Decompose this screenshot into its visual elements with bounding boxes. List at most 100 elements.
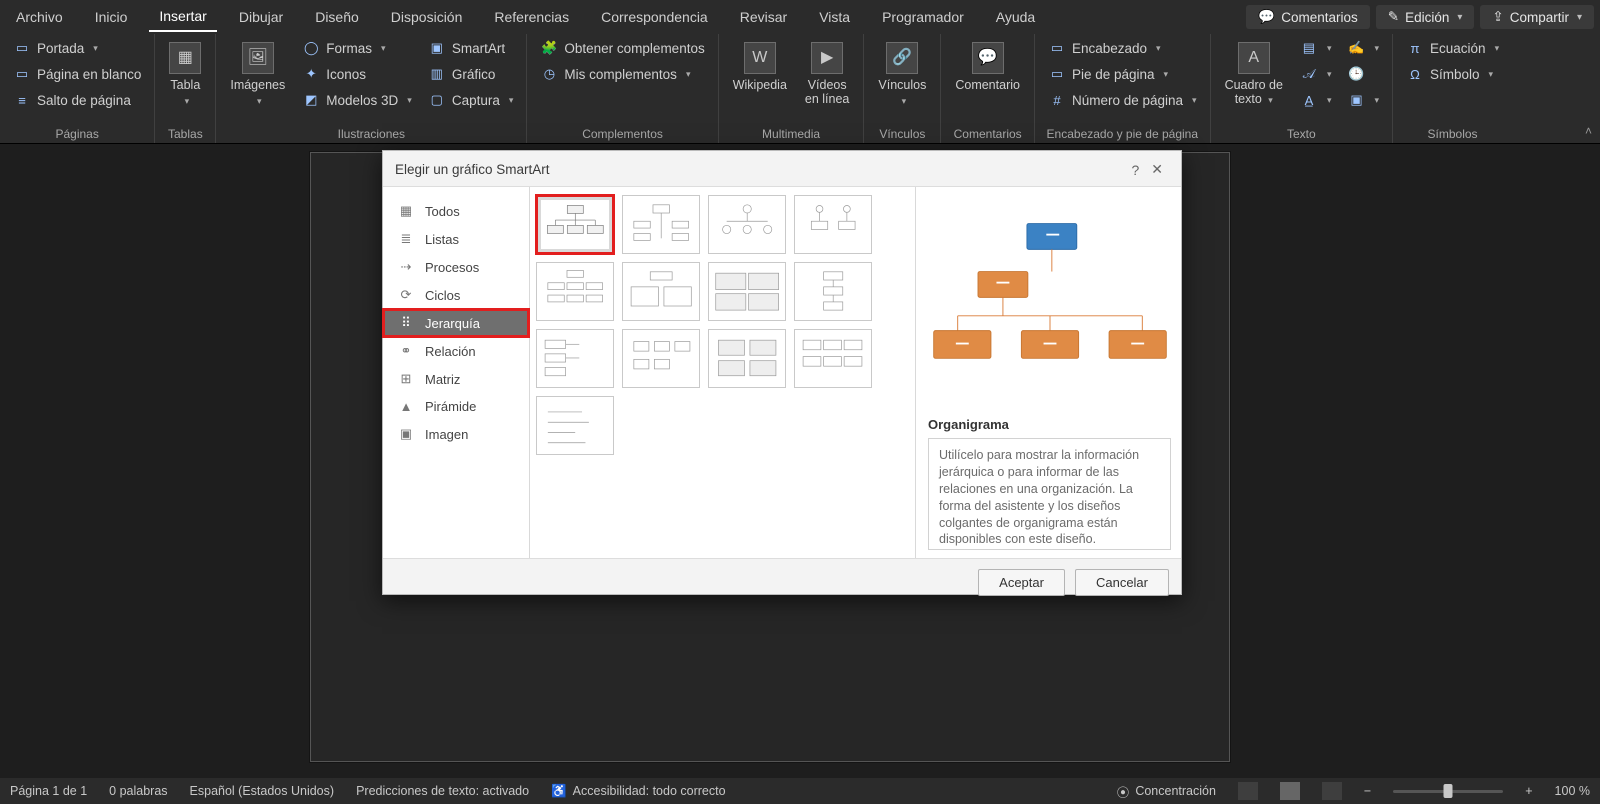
textbox-label-2: texto <box>1235 92 1262 106</box>
table-button[interactable]: ▦ Tabla ▾ <box>165 38 205 111</box>
blank-page-button[interactable]: ▭Página en blanco <box>10 64 144 84</box>
status-page[interactable]: Página 1 de 1 <box>10 784 87 798</box>
category-imagen[interactable]: ▣Imagen <box>383 420 529 448</box>
get-addins-button[interactable]: 🧩Obtener complementos <box>537 38 707 58</box>
layout-thumb[interactable] <box>794 329 872 388</box>
layout-thumb[interactable] <box>622 262 700 321</box>
tab-ayuda[interactable]: Ayuda <box>986 3 1045 31</box>
layout-thumb[interactable] <box>536 396 614 455</box>
status-accessibility[interactable]: ♿Accesibilidad: todo correcto <box>551 784 725 799</box>
editing-mode-button[interactable]: ✎ Edición ▾ <box>1376 5 1475 29</box>
focus-mode-button[interactable]: ⦿Concentración <box>1117 782 1216 801</box>
group-ilustraciones: 🖼 Imágenes ▾ ◯Formas▾ ✦Iconos ◩Modelos 3… <box>216 34 527 143</box>
status-predictions[interactable]: Predicciones de texto: activado <box>356 784 529 798</box>
footer-label: Pie de página <box>1072 67 1155 82</box>
zoom-thumb[interactable] <box>1444 784 1453 798</box>
zoom-slider[interactable] <box>1393 790 1503 793</box>
tab-referencias[interactable]: Referencias <box>484 3 579 31</box>
tab-inicio[interactable]: Inicio <box>85 3 138 31</box>
comment-insert-button[interactable]: 💬 Comentario <box>951 38 1024 96</box>
layout-thumb[interactable] <box>794 195 872 254</box>
footer-icon: ▭ <box>1048 65 1066 83</box>
share-button[interactable]: ⇪ Compartir ▾ <box>1480 5 1594 29</box>
zoom-in-button[interactable]: + <box>1525 784 1532 798</box>
layout-thumb[interactable] <box>622 329 700 388</box>
equation-button[interactable]: πEcuación▾ <box>1403 38 1502 58</box>
page-break-button[interactable]: ≡Salto de página <box>10 90 144 110</box>
models3d-button[interactable]: ◩Modelos 3D▾ <box>299 90 415 110</box>
wikipedia-button[interactable]: W Wikipedia <box>729 38 791 96</box>
category-listas[interactable]: ≣Listas <box>383 225 529 253</box>
tab-programador[interactable]: Programador <box>872 3 974 31</box>
category-relacion[interactable]: ⚭Relación <box>383 337 529 365</box>
group-label-simbolos: Símbolos <box>1403 125 1502 141</box>
textbox-button[interactable]: A Cuadro detexto ▾ <box>1221 38 1287 111</box>
dialog-title: Elegir un gráfico SmartArt <box>395 162 550 177</box>
category-ciclos[interactable]: ⟳Ciclos <box>383 281 529 309</box>
dialog-close-button[interactable]: ✕ <box>1145 159 1169 180</box>
category-jerarquia[interactable]: ⠿Jerarquía <box>383 309 529 337</box>
tab-archivo[interactable]: Archivo <box>6 3 73 31</box>
chevron-down-icon: ▾ <box>509 95 514 106</box>
quick-parts-button[interactable]: ▤▾ <box>1297 38 1335 58</box>
layout-thumb[interactable] <box>622 195 700 254</box>
symbol-button[interactable]: ΩSímbolo▾ <box>1403 64 1502 84</box>
layout-thumb[interactable] <box>708 195 786 254</box>
signature-button[interactable]: ✍▾ <box>1344 38 1382 58</box>
smartart-label: SmartArt <box>452 41 505 56</box>
images-button[interactable]: 🖼 Imágenes ▾ <box>226 38 289 111</box>
models3d-label: Modelos 3D <box>326 93 398 108</box>
links-button[interactable]: 🔗 Vínculos ▾ <box>874 38 930 111</box>
view-read-button[interactable] <box>1238 782 1258 800</box>
online-videos-button[interactable]: ▶ Vídeosen línea <box>801 38 853 111</box>
comment-icon: 💬 <box>972 42 1004 74</box>
preview-pane: Organigrama Utilícelo para mostrar la in… <box>916 187 1181 558</box>
status-words[interactable]: 0 palabras <box>109 784 167 798</box>
screenshot-button[interactable]: ▢Captura▾ <box>425 90 517 110</box>
header-button[interactable]: ▭Encabezado▾ <box>1045 38 1200 58</box>
cover-page-button[interactable]: ▭Portada▾ <box>10 38 144 58</box>
pagenumber-button[interactable]: #Número de página▾ <box>1045 90 1200 110</box>
tab-disposicion[interactable]: Disposición <box>381 3 473 31</box>
tab-insertar[interactable]: Insertar <box>149 2 216 32</box>
wordart-button[interactable]: 𝒜▾ <box>1297 64 1335 84</box>
category-piramide[interactable]: ▲Pirámide <box>383 393 529 420</box>
dialog-ok-button[interactable]: Aceptar <box>978 569 1065 596</box>
icons-icon: ✦ <box>302 65 320 83</box>
layout-thumb[interactable] <box>536 329 614 388</box>
comments-button[interactable]: 💬 Comentarios <box>1246 5 1369 29</box>
dropcap-button[interactable]: A̲▾ <box>1297 90 1335 110</box>
tab-dibujar[interactable]: Dibujar <box>229 3 293 31</box>
layout-thumb[interactable] <box>708 262 786 321</box>
dialog-help-button[interactable]: ? <box>1125 160 1145 180</box>
group-label-texto: Texto <box>1221 125 1382 141</box>
layout-thumb[interactable] <box>794 262 872 321</box>
view-web-button[interactable] <box>1322 782 1342 800</box>
shapes-button[interactable]: ◯Formas▾ <box>299 38 415 58</box>
tab-diseno[interactable]: Diseño <box>305 3 369 31</box>
layout-thumb-organigrama[interactable] <box>536 195 614 254</box>
tab-vista[interactable]: Vista <box>809 3 860 31</box>
zoom-value[interactable]: 100 % <box>1555 784 1590 798</box>
icons-button[interactable]: ✦Iconos <box>299 64 415 84</box>
layout-thumb[interactable] <box>708 329 786 388</box>
category-matriz[interactable]: ⊞Matriz <box>383 365 529 393</box>
collapse-ribbon-button[interactable]: ˄ <box>1585 124 1592 138</box>
datetime-button[interactable]: 🕒 <box>1344 64 1382 84</box>
status-language[interactable]: Español (Estados Unidos) <box>190 784 335 798</box>
dialog-cancel-button[interactable]: Cancelar <box>1075 569 1169 596</box>
chart-button[interactable]: ▥Gráfico <box>425 64 517 84</box>
my-addins-button[interactable]: ◷Mis complementos▾ <box>537 64 707 84</box>
tab-revisar[interactable]: Revisar <box>730 3 797 31</box>
group-label-vinculos: Vínculos <box>874 125 930 141</box>
view-print-button[interactable] <box>1280 782 1300 800</box>
category-todos[interactable]: ▦Todos <box>383 197 529 225</box>
tab-correspondencia[interactable]: Correspondencia <box>591 3 718 31</box>
object-button[interactable]: ▣▾ <box>1344 90 1382 110</box>
zoom-out-button[interactable]: − <box>1364 784 1371 798</box>
layout-thumb[interactable] <box>536 262 614 321</box>
preview-canvas <box>928 197 1171 407</box>
footer-button[interactable]: ▭Pie de página▾ <box>1045 64 1200 84</box>
category-procesos[interactable]: ⇢Procesos <box>383 253 529 281</box>
smartart-button[interactable]: ▣SmartArt <box>425 38 517 58</box>
